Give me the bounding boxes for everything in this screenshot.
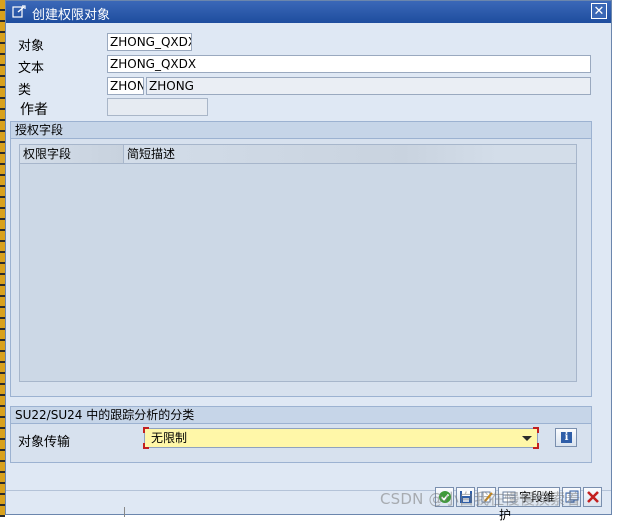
cancel-icon <box>587 491 599 503</box>
column-header-auth-field[interactable]: 权限字段 <box>20 145 123 163</box>
object-field[interactable]: ZHONG_QXDX <box>107 33 192 51</box>
transport-label: 对象传输 <box>18 435 71 450</box>
column-header-description[interactable]: 简短描述 <box>123 145 497 163</box>
close-icon: ✕ <box>593 4 605 19</box>
transport-value: 无限制 <box>151 431 188 445</box>
focus-corner <box>533 427 539 433</box>
focus-corner <box>143 427 149 433</box>
object-label: 对象 <box>18 39 45 54</box>
object-create-icon <box>12 5 26 18</box>
text-label: 文本 <box>18 61 45 76</box>
info-button[interactable]: i <box>555 428 577 447</box>
chevron-down-icon[interactable] <box>522 436 532 441</box>
transport-dropdown[interactable]: 无限制 <box>143 427 539 449</box>
dialog-window: 创建权限对象 ✕ 对象 ZHONG_QXDX 文本 ZHONG_QXDX 类 Z… <box>5 0 612 522</box>
title-bar[interactable]: 创建权限对象 ✕ <box>6 1 611 23</box>
focus-corner <box>533 443 539 449</box>
focus-corner <box>143 443 149 449</box>
author-label: 作者 <box>20 102 48 118</box>
class-label: 类 <box>18 83 32 98</box>
class-field[interactable]: ZHON <box>107 77 144 95</box>
auth-fields-table[interactable]: 权限字段 简短描述 <box>19 144 577 382</box>
classification-title: SU22/SU24 中的跟踪分析的分类 <box>11 407 591 424</box>
table-header: 权限字段 简短描述 <box>20 145 576 164</box>
cancel-button[interactable] <box>583 487 602 507</box>
auth-fields-group: 授权字段 权限字段 简短描述 <box>10 121 592 397</box>
window-title: 创建权限对象 <box>32 8 111 23</box>
author-field <box>107 98 208 116</box>
class-description: ZHONG <box>146 77 591 95</box>
watermark: CSDN @小白我在慢慢摸索着 <box>380 490 581 508</box>
info-icon: i <box>561 432 572 443</box>
text-field[interactable]: ZHONG_QXDX <box>107 55 591 73</box>
background-mark <box>124 507 125 517</box>
close-button[interactable]: ✕ <box>591 3 607 19</box>
auth-fields-title: 授权字段 <box>11 122 591 139</box>
